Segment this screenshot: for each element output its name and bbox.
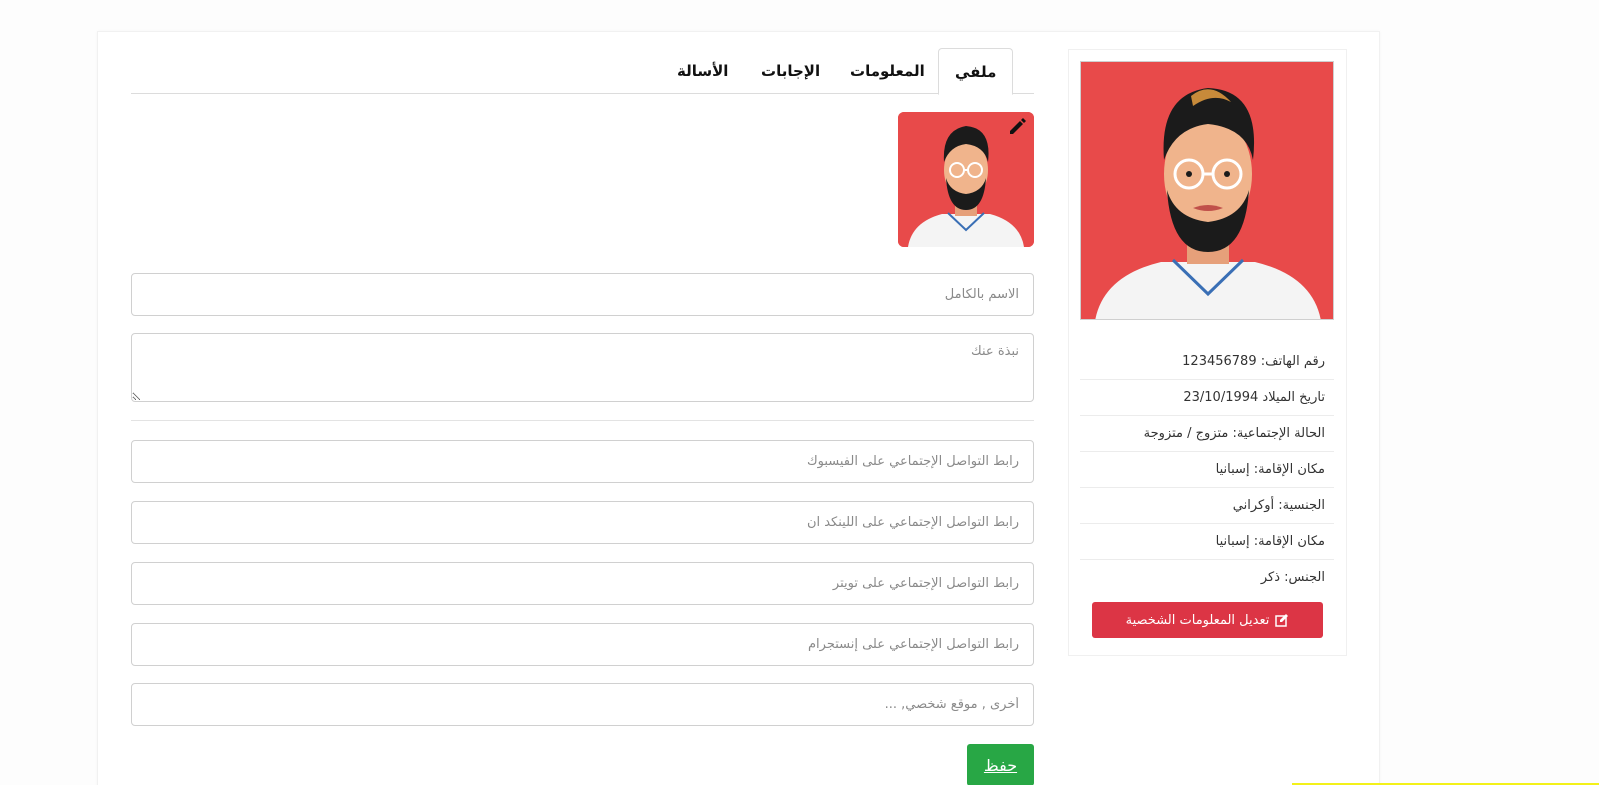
tab-questions[interactable]: الأسالة [677, 48, 728, 94]
info-gender: الجنس: ذكر [1260, 570, 1325, 585]
twitter-link-input[interactable] [131, 562, 1034, 605]
info-nationality: الجنسية: أوكراني [1080, 488, 1334, 524]
other-link-input[interactable] [131, 683, 1034, 726]
avatar-illustration [1081, 62, 1333, 319]
facebook-link-input[interactable] [131, 440, 1034, 483]
full-name-input[interactable] [131, 273, 1034, 316]
pencil-icon[interactable] [1006, 114, 1030, 138]
save-button[interactable]: حفظ [967, 744, 1034, 785]
info-residence-2: مكان الإقامة: إسبانيا [1080, 524, 1334, 560]
edit-personal-info-label: تعديل المعلومات الشخصية [1125, 612, 1270, 628]
personal-info-list: رقم الهاتف: 123456789 تاريخ الميلاد 23/1… [1080, 344, 1334, 596]
tab-my-profile[interactable]: ملفي [938, 48, 1014, 95]
info-birthdate: تاريخ الميلاد 23/10/1994 [1080, 380, 1334, 416]
profile-photo [1080, 61, 1334, 320]
avatar-upload[interactable] [898, 112, 1034, 247]
linkedin-link-input[interactable] [131, 501, 1034, 544]
form-divider [131, 420, 1034, 421]
info-marital-status: الحالة الإجتماعية: متزوج / متزوجة [1080, 416, 1334, 452]
info-phone: رقم الهاتف: 123456789 [1080, 344, 1334, 380]
edit-personal-info-button[interactable]: تعديل المعلومات الشخصية [1092, 602, 1323, 638]
profile-tabs: ملفي المعلومات الإجابات الأسالة [131, 48, 1034, 95]
info-residence: مكان الإقامة: إسبانيا [1080, 452, 1334, 488]
edit-square-icon [1275, 614, 1289, 627]
tab-information[interactable]: المعلومات [850, 48, 925, 94]
tab-answers[interactable]: الإجابات [761, 48, 820, 94]
bio-textarea[interactable] [131, 333, 1034, 402]
instagram-link-input[interactable] [131, 623, 1034, 666]
